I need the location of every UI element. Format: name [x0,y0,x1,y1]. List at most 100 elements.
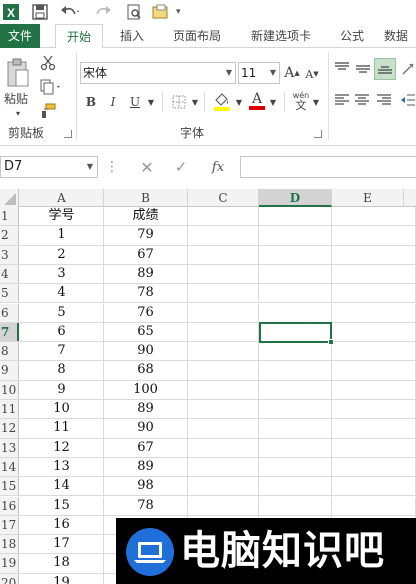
cell-d[interactable] [259,207,332,226]
cell-b[interactable]: 78 [104,284,188,303]
formula-input[interactable] [240,156,416,178]
borders-icon[interactable] [170,92,188,112]
column-header-b[interactable]: B [104,189,188,207]
row-header[interactable]: 2 [0,226,19,245]
row-header[interactable]: 15 [0,477,19,496]
font-size-select[interactable]: 11 ▼ [238,62,280,84]
formula-bar-grip-icon[interactable]: ⋮ [105,158,119,176]
font-name-select[interactable]: 宋体 ▼ [80,62,236,84]
cell-a[interactable]: 5 [20,303,104,322]
name-box[interactable]: D7 ▼ [0,156,98,178]
redo-icon[interactable] [92,2,112,22]
cut-icon[interactable] [38,54,58,72]
cell-b[interactable]: 76 [104,303,188,322]
cell-c[interactable] [188,245,259,264]
cell-b[interactable]: 成绩 [104,207,188,226]
align-right-icon[interactable] [376,92,392,108]
fill-color-dropdown-icon[interactable]: ▼ [234,94,244,110]
align-left-icon[interactable] [334,92,350,108]
cell-e[interactable] [332,361,416,380]
paste-dropdown-icon[interactable]: ▾ [8,108,28,118]
cell-b[interactable]: 79 [104,226,188,245]
tab-page-layout[interactable]: 页面布局 [165,24,229,48]
cell-e[interactable] [332,264,416,284]
cell-e[interactable] [332,419,416,438]
cell-c[interactable] [188,342,259,361]
row-header[interactable]: 6 [0,303,19,322]
cell-e[interactable] [332,496,416,515]
cell-a[interactable]: 2 [20,245,104,264]
cell-d[interactable] [259,438,332,457]
cell-d[interactable] [259,361,332,380]
row-header[interactable]: 9 [0,361,19,380]
grow-font-button[interactable]: A ▲ [284,62,300,84]
row-header[interactable]: 7 [0,322,19,342]
cell-c[interactable] [188,496,259,515]
cell-c[interactable] [188,264,259,284]
cell-b[interactable]: 98 [104,477,188,496]
cell-a[interactable]: 4 [20,284,104,303]
borders-dropdown-icon[interactable]: ▼ [190,94,200,110]
cell-a[interactable]: 9 [20,380,104,399]
cell-d[interactable] [259,284,332,303]
row-header[interactable]: 1 [0,207,19,226]
cell-d[interactable] [259,342,332,361]
cell-e[interactable] [332,245,416,264]
row-header[interactable]: 16 [0,496,19,515]
customize-qat-icon[interactable]: ▾ [176,2,181,22]
underline-dropdown-icon[interactable]: ▼ [146,94,156,110]
align-top-icon[interactable] [334,60,350,76]
copy-icon[interactable] [38,78,66,96]
cell-c[interactable] [188,207,259,226]
column-header-e[interactable]: E [332,189,404,207]
cell-a[interactable]: 学号 [20,207,104,226]
fill-color-icon[interactable] [212,90,232,112]
cell-e[interactable] [332,303,416,322]
cell-a[interactable]: 12 [20,438,104,457]
cell-a[interactable]: 3 [20,264,104,284]
cell-e[interactable] [332,400,416,419]
format-painter-icon[interactable] [38,102,58,120]
cell-d[interactable] [259,400,332,419]
cell-a[interactable]: 16 [20,515,104,535]
row-header[interactable]: 18 [0,535,19,554]
cell-a[interactable]: 7 [20,342,104,361]
cell-b[interactable]: 90 [104,342,188,361]
cell-a[interactable]: 15 [20,496,104,515]
cell-e[interactable] [332,226,416,245]
cell-c[interactable] [188,284,259,303]
font-color-dropdown-icon[interactable]: ▼ [268,94,278,110]
cell-c[interactable] [188,322,259,342]
paste-button[interactable]: 粘贴 [2,90,30,106]
cell-a[interactable]: 18 [20,554,104,573]
paste-icon[interactable] [4,56,32,90]
fill-handle[interactable] [328,338,334,345]
shrink-font-button[interactable]: A ▼ [304,64,320,84]
cell-a[interactable]: 19 [20,573,104,584]
orientation-icon[interactable] [400,60,416,78]
cell-d[interactable] [259,303,332,322]
cell-b[interactable]: 89 [104,457,188,477]
undo-icon[interactable] [60,2,80,22]
cell-e[interactable] [332,284,416,303]
row-header[interactable]: 3 [0,245,19,264]
align-middle-icon[interactable] [354,60,372,78]
cell-c[interactable] [188,457,259,477]
insert-function-button[interactable]: fx [206,157,230,177]
align-center-icon[interactable] [354,92,370,108]
cell-c[interactable] [188,303,259,322]
cell-a[interactable]: 17 [20,535,104,554]
cell-d[interactable] [259,496,332,515]
cell-a[interactable]: 1 [20,226,104,245]
cell-d[interactable] [259,477,332,496]
cell-c[interactable] [188,477,259,496]
cell-e[interactable] [332,207,416,226]
save-icon[interactable] [32,2,48,22]
cell-b[interactable]: 89 [104,400,188,419]
cell-b[interactable]: 78 [104,496,188,515]
cell-c[interactable] [188,226,259,245]
cell-e[interactable] [332,457,416,477]
cell-b[interactable]: 90 [104,419,188,438]
tab-insert[interactable]: 插入 [112,24,152,48]
cell-c[interactable] [188,380,259,399]
